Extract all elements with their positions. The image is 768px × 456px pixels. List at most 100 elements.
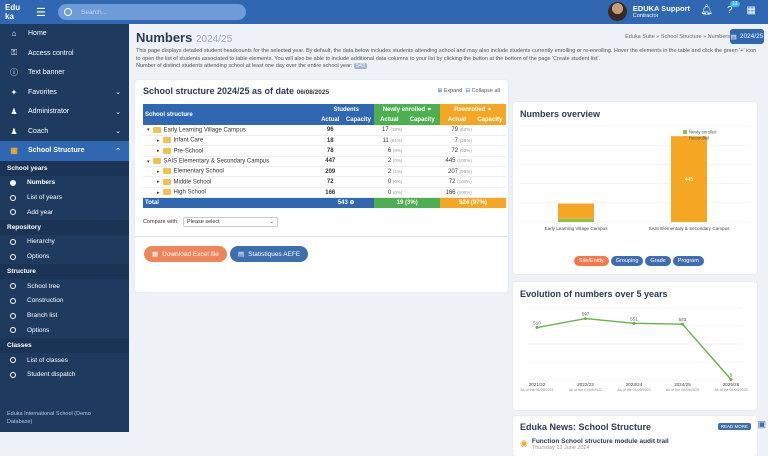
table-row[interactable]: ▾ Early Learning Village Campus 96 17 (18… [143, 125, 506, 136]
chevron-right-icon[interactable]: ▸ [157, 169, 160, 175]
reenrolled-capacity [473, 145, 506, 157]
data-label: 543 [679, 317, 687, 322]
expand-controls: ⊞ Expand ⊟ Collapse all [438, 88, 500, 94]
bar [558, 203, 594, 219]
calculator-icon[interactable]: ▣ [757, 419, 766, 430]
tab-program[interactable]: Program [672, 256, 704, 266]
sidebar-subitem-label: Options [27, 326, 50, 334]
table-row[interactable]: ▾ SAIS Elementary & Secondary Campus 447 … [143, 156, 506, 168]
chevron-down-icon: ⌄ [115, 89, 121, 97]
link-icon[interactable]: ⚭ [487, 107, 492, 113]
sidebar-subitem-numbers[interactable]: Numbers [0, 176, 129, 191]
data-point [729, 377, 733, 381]
table-row[interactable]: ▸ Pre-School 78 6 (8%) 72 (92%) [143, 145, 506, 157]
eduka-logo[interactable]: Edu ka [0, 0, 30, 24]
link-icon[interactable]: ⚭ [427, 107, 432, 113]
reenrolled-capacity [473, 125, 506, 136]
sidebar-subitem-list-of-years[interactable]: List of years [0, 190, 129, 205]
sidebar-subitem-list-of-classes[interactable]: List of classes [0, 353, 129, 368]
compare-select[interactable]: Please select ⌄ [183, 217, 278, 227]
newly-percent: (1%) [392, 168, 403, 174]
legend-swatch [683, 130, 687, 134]
sidebar-item-school-structure[interactable]: ▦ School Structure ⌃ [0, 141, 129, 161]
sidebar-item-administrator[interactable]: ♟ Administrator ⌄ [0, 102, 129, 122]
tab-grouping[interactable]: Grouping [610, 256, 644, 266]
reenrolled-percent: (82%) [459, 126, 472, 132]
sidebar-group-repository: Repository [0, 219, 129, 235]
help-icon[interactable]: ? 13 [727, 1, 740, 16]
folder-icon [152, 126, 161, 133]
table-row[interactable]: ▸ High School 166 0 (0%) 166 (100%) [143, 187, 506, 199]
newly-percent: (0%) [392, 189, 403, 195]
row-name: Infant Care [173, 137, 204, 144]
radio-dot-icon [10, 297, 16, 304]
distinct-students-label: Number of distinct students attending sc… [136, 63, 353, 70]
avatar [607, 2, 627, 21]
reenrolled-percent: (100%) [457, 189, 472, 195]
chevron-down-icon[interactable]: ▾ [147, 127, 150, 133]
table-row[interactable]: ▸ Elementary School 209 2 (1%) 207 (99%) [143, 166, 506, 178]
total-students[interactable]: 543 ⊕ [318, 197, 375, 208]
sidebar-subitem-student-dispatch[interactable]: Student dispatch [0, 367, 129, 382]
chevron-right-icon[interactable]: ▸ [157, 138, 160, 144]
bell-icon[interactable]: 🔔︎ [700, 5, 713, 16]
row-name: Pre-School [173, 148, 204, 155]
sidebar-item-access-control[interactable]: ⚿ Access control [0, 44, 129, 64]
chevron-right-icon[interactable]: ▸ [157, 190, 160, 196]
sidebar-footer: Eduka International School (Demo Databas… [7, 411, 91, 425]
reenrolled-capacity [473, 187, 506, 199]
plus-circle-icon[interactable]: ⊕ [349, 200, 354, 206]
tab-grade[interactable]: Grade [645, 256, 671, 266]
chevron-right-icon[interactable]: ▸ [157, 148, 160, 154]
menu-icon[interactable]: ☰ [36, 6, 48, 19]
table-row[interactable]: ▸ Infant Care 18 11 (61%) 7 (39%) [143, 135, 506, 147]
top-bar: Edu ka ☰ Search... EDUKA Support Contracto… [0, 0, 768, 24]
user-menu[interactable]: EDUKA Support Contractor [607, 2, 690, 21]
news-item[interactable]: ◉ Function School structure module audit… [520, 438, 669, 451]
reenrolled-capacity [473, 166, 506, 178]
expand-button[interactable]: ⊞ Expand [438, 88, 463, 94]
table-row[interactable]: ▸ Middle School 72 0 (0%) 72 (100%) [143, 176, 506, 188]
collapse-all-button[interactable]: ⊟ Collapse all [465, 88, 500, 94]
chevron-down-icon[interactable]: ▾ [147, 159, 150, 165]
chevron-right-icon[interactable]: ▸ [157, 179, 160, 185]
sidebar-subitem-branch-list[interactable]: Branch list [0, 308, 129, 323]
statistiques-aefe-button[interactable]: ▤ Statistiques AEFE [230, 246, 309, 262]
sidebar-subitem-options[interactable]: Options [0, 249, 129, 264]
sidebar-subitem-hierarchy[interactable]: Hierarchy [0, 235, 129, 250]
newly-actual: 17 [382, 126, 389, 133]
breadcrumb[interactable]: Eduka Suite » School Structure » Numbers [625, 34, 730, 40]
download-excel-button[interactable]: ▦ Download Excel file [144, 246, 227, 262]
news-item-date: Thursday 13 June 2024 [531, 445, 590, 451]
students-capacity [342, 166, 375, 178]
sidebar-subitem-add-year[interactable]: Add year [0, 205, 129, 220]
newly-actual: 0 [387, 189, 392, 196]
grid-apps-icon[interactable]: ▦ [747, 5, 756, 16]
sidebar-subitem-construction[interactable]: Construction [0, 294, 129, 309]
sidebar-item-coach[interactable]: ♟ Coach ⌄ [0, 122, 129, 142]
bar [558, 218, 594, 222]
search-input[interactable]: Search... [58, 4, 246, 20]
total-reenrolled: 524 (97%) [440, 197, 506, 208]
sidebar-item-text-banner[interactable]: ⓘ Text banner [0, 63, 129, 83]
sidebar-item-home[interactable]: ⌂ Home [0, 24, 129, 44]
expand-label: Expand [443, 88, 463, 94]
folder-icon [162, 189, 171, 196]
sidebar-subitem-label: Add year [27, 208, 54, 216]
sidebar-item-label: Text banner [28, 69, 65, 77]
year-select-button[interactable]: ▤ 2024/25 [730, 29, 764, 44]
newly-actual: 6 [387, 147, 392, 154]
sidebar-item-label: Access control [28, 49, 74, 57]
folder-icon [162, 137, 171, 144]
sidebar-subitem-school-tree[interactable]: School tree [0, 279, 129, 294]
sidebar-item-favorites[interactable]: ✦ Favorites ⌄ [0, 83, 129, 103]
sidebar-subitem-options-2[interactable]: Options [0, 323, 129, 338]
x-tick-label: Early Learning Village Campus [545, 226, 609, 231]
legend-label: Newly enrolled [689, 130, 717, 135]
radio-dot-icon [10, 179, 16, 186]
sidebar-group-classes: Classes [0, 337, 129, 353]
row-name: SAIS Elementary & Secondary Campus [163, 158, 270, 165]
folder-icon [152, 158, 161, 165]
tab-site-entity[interactable]: Site/Entity [574, 256, 609, 266]
read-more-button[interactable]: READ MORE [717, 423, 751, 430]
